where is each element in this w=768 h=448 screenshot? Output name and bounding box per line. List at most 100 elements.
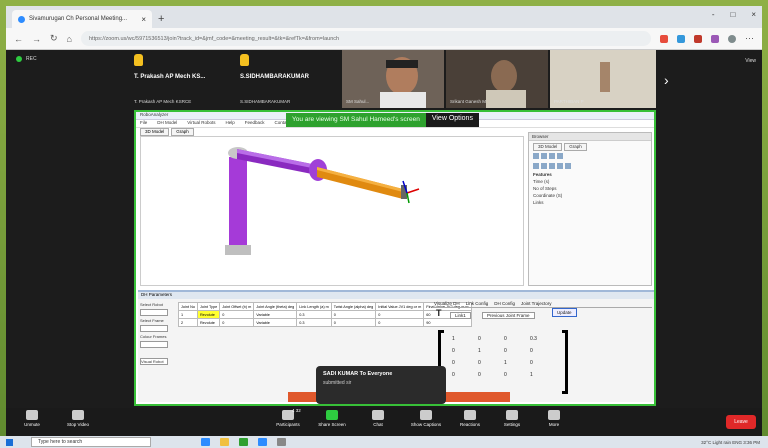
zoom-toolbar: Unmute Stop Video Participants Share Scr… xyxy=(6,408,762,436)
browser-panel-header: Browser xyxy=(529,133,651,141)
participant-video[interactable]: PARTHIBAN P xyxy=(550,50,656,108)
extension-icon[interactable] xyxy=(711,34,719,43)
extension-icon[interactable] xyxy=(660,34,668,43)
rotate-icon[interactable] xyxy=(549,153,555,159)
profile-avatar[interactable] xyxy=(728,34,736,43)
browser-tab-3d[interactable]: 3D Model xyxy=(533,143,563,151)
taskbar-search[interactable]: Type here to search xyxy=(31,437,151,447)
tab-dh-config[interactable]: DH Config xyxy=(494,301,515,306)
participant-tile[interactable]: S.SIDHAMBARAKUMAR S.SIDHAMBARAKUMAR xyxy=(236,50,340,108)
tab-close-icon[interactable]: × xyxy=(141,15,146,24)
tab-graph[interactable]: Graph xyxy=(171,128,194,136)
select-frame-dropdown[interactable] xyxy=(140,325,168,332)
maximize-button[interactable]: □ xyxy=(730,10,735,19)
gear-icon xyxy=(506,410,518,420)
link-dropdown[interactable]: Link1 xyxy=(450,312,471,319)
desktop-background: Sivamurugan Ch Personal Meeting... × + -… xyxy=(0,0,768,448)
table-cell[interactable]: 1 xyxy=(178,310,198,319)
table-cell[interactable]: 0 xyxy=(330,318,377,327)
tab-3d-model[interactable]: 3D Model xyxy=(140,128,170,136)
menu-virtual-robots[interactable]: Virtual Robots xyxy=(187,120,215,127)
extension-icon[interactable] xyxy=(677,34,685,43)
menu-dh-model[interactable]: DH Model xyxy=(157,120,177,127)
view-options-button[interactable]: View Options xyxy=(425,113,479,127)
chat-notification[interactable]: SADI KUMAR To Everyone submitted sir xyxy=(316,366,446,404)
view-iso-icon[interactable] xyxy=(557,163,563,169)
table-cell[interactable]: 0.3 xyxy=(296,310,332,319)
back-icon[interactable]: ← xyxy=(14,34,23,44)
minimize-button[interactable]: - xyxy=(712,10,715,19)
tab-joint-trajectory[interactable]: Joint Trajectory xyxy=(521,301,552,306)
leave-button[interactable]: Leave xyxy=(726,415,756,429)
file-explorer-icon[interactable] xyxy=(220,438,229,446)
chat-button[interactable]: Chat xyxy=(358,410,398,427)
browser-tab-graph[interactable]: Graph xyxy=(564,143,587,151)
zoom-app-icon[interactable] xyxy=(258,438,267,446)
participant-label: S.SIDHAMBARAKUMAR xyxy=(240,99,291,104)
captions-button[interactable]: Show Captions xyxy=(406,410,446,427)
colour-frames-button[interactable] xyxy=(140,341,168,348)
close-window-button[interactable]: × xyxy=(751,10,756,19)
stop-video-button[interactable]: Stop Video xyxy=(58,410,98,427)
reactions-button[interactable]: Reactions xyxy=(450,410,490,427)
robot-arm-model xyxy=(225,147,420,255)
menu-file[interactable]: File xyxy=(140,120,147,127)
update-button[interactable]: Update xyxy=(552,308,577,317)
windows-start-icon[interactable] xyxy=(6,438,13,446)
chrome-icon[interactable] xyxy=(239,438,248,446)
matrix-cell: 0 xyxy=(504,372,507,378)
menu-help[interactable]: Help xyxy=(225,120,234,127)
table-cell[interactable]: 0 xyxy=(375,318,425,327)
table-cell[interactable]: 0 xyxy=(375,310,425,319)
feature-item[interactable]: Time (s) xyxy=(529,178,651,185)
view-front-icon[interactable] xyxy=(533,163,539,169)
table-cell[interactable]: 0 xyxy=(219,310,255,319)
more-button[interactable]: More xyxy=(534,410,574,427)
table-cell[interactable]: 0 xyxy=(330,310,377,319)
feature-item[interactable]: No of Steps xyxy=(529,185,651,192)
extension-icon[interactable] xyxy=(694,34,702,43)
browser-menu-icon[interactable]: ⋯ xyxy=(745,33,754,44)
visual-robot-button[interactable]: Visual Robot xyxy=(140,358,168,365)
table-cell[interactable]: 2 xyxy=(178,318,198,327)
table-cell[interactable]: 0 xyxy=(219,318,255,327)
table-cell[interactable]: 0.3 xyxy=(296,318,332,327)
app-icon[interactable] xyxy=(277,438,286,446)
reload-icon[interactable]: ↻ xyxy=(50,33,58,44)
home-icon[interactable]: ⌂ xyxy=(67,34,72,44)
unmute-button[interactable]: Unmute xyxy=(12,410,52,427)
feature-item[interactable]: Links xyxy=(529,199,651,206)
table-cell[interactable]: Variable xyxy=(253,318,298,327)
address-bar[interactable]: https://zoom.us/wc/5971536513/join?track… xyxy=(80,31,651,46)
table-cell[interactable]: Revolute xyxy=(196,310,221,319)
participant-tile[interactable]: T. Prakash AP Mech KS... T. Prakash AP M… xyxy=(130,50,234,108)
participants-button[interactable]: Participants xyxy=(268,410,308,427)
forward-icon[interactable]: → xyxy=(32,34,41,44)
robot-3d-view[interactable] xyxy=(140,136,524,286)
menu-feedback[interactable]: Feedback xyxy=(245,120,265,127)
fit-icon[interactable] xyxy=(557,153,563,159)
view-button[interactable]: View xyxy=(745,58,756,64)
zoom-icon[interactable] xyxy=(533,153,539,159)
frame-icon[interactable] xyxy=(565,163,571,169)
view-top-icon[interactable] xyxy=(549,163,555,169)
frame-dropdown[interactable]: Previous Joint Frame xyxy=(482,312,535,319)
pan-icon[interactable] xyxy=(541,153,547,159)
view-side-icon[interactable] xyxy=(541,163,547,169)
task-view-icon[interactable] xyxy=(201,438,210,446)
new-tab-icon[interactable]: + xyxy=(158,13,164,25)
table-cell[interactable]: Revolute xyxy=(196,318,221,327)
tab-link-config[interactable]: Link Config xyxy=(466,301,489,306)
select-robot-dropdown[interactable] xyxy=(140,309,168,316)
participant-video[interactable]: Srikant Ganesh M xyxy=(446,50,548,108)
tab-visualize-dh[interactable]: Visualize DH xyxy=(434,301,460,306)
browser-tab[interactable]: Sivamurugan Ch Personal Meeting... × xyxy=(12,10,152,28)
table-cell[interactable]: Variable xyxy=(253,310,298,319)
feature-item[interactable]: Coordinate (S) xyxy=(529,192,651,199)
share-screen-button[interactable]: Share Screen xyxy=(312,410,352,427)
settings-button[interactable]: Settings xyxy=(492,410,532,427)
next-page-arrow-icon[interactable]: › xyxy=(664,72,669,88)
participant-video[interactable]: SM Sahul... xyxy=(342,50,444,108)
matrix-cell: 1 xyxy=(530,372,533,378)
browser-window: Sivamurugan Ch Personal Meeting... × + -… xyxy=(6,6,762,436)
